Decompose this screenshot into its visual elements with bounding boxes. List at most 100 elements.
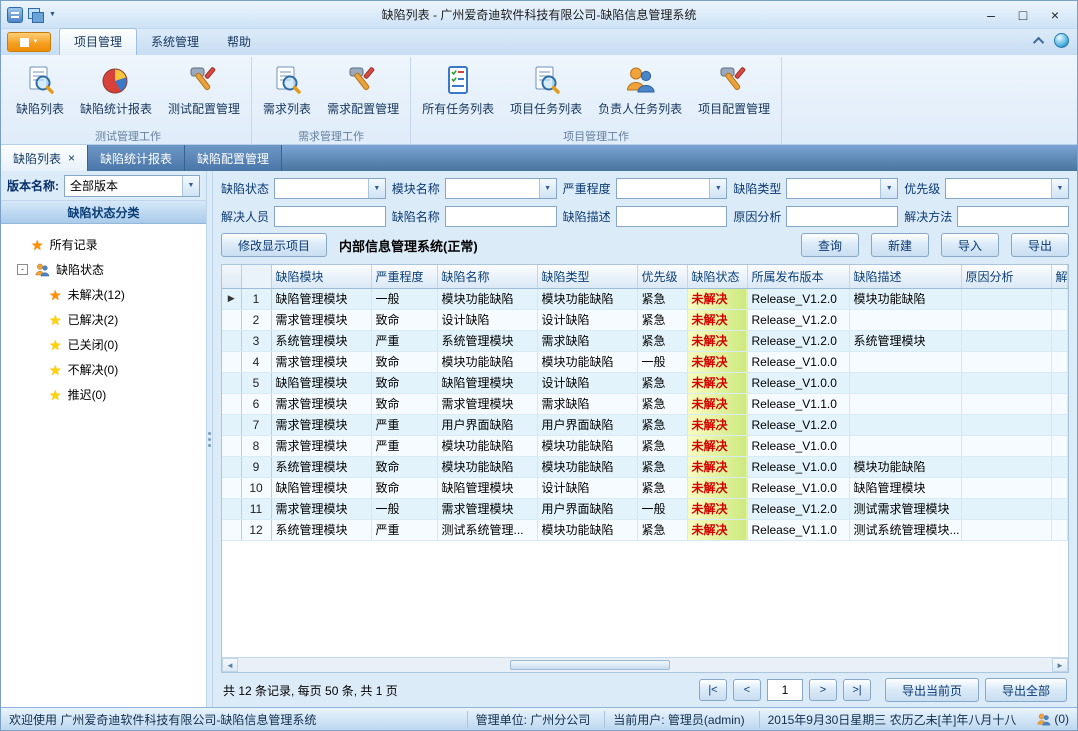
cell-priority[interactable]: 紧急: [637, 519, 687, 540]
tree-item-wontfix[interactable]: ★ 不解决(0): [3, 357, 204, 382]
filter-text-input[interactable]: [958, 207, 1068, 226]
table-row[interactable]: 8需求管理模块严重模块功能缺陷模块功能缺陷紧急未解决Release_V1.0.0: [222, 435, 1068, 456]
ribbon-item-defect-list[interactable]: 缺陷列表: [9, 60, 71, 119]
cell-severity[interactable]: 严重: [371, 435, 437, 456]
cell-module[interactable]: 需求管理模块: [271, 435, 371, 456]
cell-desc[interactable]: 模块功能缺陷: [849, 456, 961, 477]
cell-severity[interactable]: 致命: [371, 351, 437, 372]
cell-release[interactable]: Release_V1.0.0: [747, 435, 849, 456]
cell-type[interactable]: 模块功能缺陷: [537, 435, 637, 456]
cell-type[interactable]: 用户界面缺陷: [537, 498, 637, 519]
cell-module[interactable]: 需求管理模块: [271, 498, 371, 519]
cell-name[interactable]: 模块功能缺陷: [437, 435, 537, 456]
table-row[interactable]: 4需求管理模块致命模块功能缺陷模块功能缺陷一般未解决Release_V1.0.0: [222, 351, 1068, 372]
create-button[interactable]: 新建: [871, 233, 929, 257]
cell-reason[interactable]: [961, 498, 1051, 519]
sidebar-splitter[interactable]: [206, 171, 213, 707]
cell-status[interactable]: 未解决: [687, 498, 747, 519]
chevron-down-icon[interactable]: ▼: [709, 179, 726, 198]
cell-status[interactable]: 未解决: [687, 519, 747, 540]
cell-solution[interactable]: [1051, 414, 1068, 435]
cell-module[interactable]: 需求管理模块: [271, 309, 371, 330]
cell-priority[interactable]: 紧急: [637, 330, 687, 351]
col-release[interactable]: 所属发布版本: [747, 265, 849, 288]
cell-name[interactable]: 用户界面缺陷: [437, 414, 537, 435]
ribbon-item-req-config[interactable]: 需求配置管理: [320, 60, 406, 119]
window-switch-icon[interactable]: [28, 8, 44, 22]
cell-module[interactable]: 需求管理模块: [271, 393, 371, 414]
col-solution[interactable]: 解决方法: [1051, 265, 1068, 288]
table-row[interactable]: 5缺陷管理模块致命缺陷管理模块设计缺陷紧急未解决Release_V1.0.0: [222, 372, 1068, 393]
cell-reason[interactable]: [961, 372, 1051, 393]
ribbon-item-req-list[interactable]: 需求列表: [256, 60, 318, 119]
filter-select-defect-type[interactable]: ▼: [786, 178, 898, 199]
cell-solution[interactable]: [1051, 477, 1068, 498]
cell-name[interactable]: 系统管理模块: [437, 330, 537, 351]
doc-tab-defect-list[interactable]: 缺陷列表 ×: [1, 145, 88, 171]
import-button[interactable]: 导入: [941, 233, 999, 257]
cell-severity[interactable]: 严重: [371, 414, 437, 435]
application-menu-button[interactable]: ▼: [7, 32, 51, 52]
cell-status[interactable]: 未解决: [687, 330, 747, 351]
ribbon-item-owner-tasks[interactable]: 负责人任务列表: [591, 60, 689, 119]
cell-priority[interactable]: 紧急: [637, 435, 687, 456]
cell-desc[interactable]: [849, 351, 961, 372]
close-icon[interactable]: ×: [68, 151, 75, 165]
scroll-left-icon[interactable]: ◄: [222, 658, 238, 672]
col-desc[interactable]: 缺陷描述: [849, 265, 961, 288]
tree-item-closed[interactable]: ★ 已关闭(0): [3, 332, 204, 357]
cell-module[interactable]: 需求管理模块: [271, 351, 371, 372]
cell-solution[interactable]: [1051, 351, 1068, 372]
cell-release[interactable]: Release_V1.0.0: [747, 351, 849, 372]
col-type[interactable]: 缺陷类型: [537, 265, 637, 288]
cell-priority[interactable]: 紧急: [637, 288, 687, 309]
cell-desc[interactable]: [849, 435, 961, 456]
doc-tab-defect-config[interactable]: 缺陷配置管理: [185, 145, 282, 171]
next-page-button[interactable]: >: [809, 679, 837, 701]
cell-module[interactable]: 系统管理模块: [271, 519, 371, 540]
cell-priority[interactable]: 紧急: [637, 393, 687, 414]
doc-tab-defect-report[interactable]: 缺陷统计报表: [88, 145, 185, 171]
ribbon-tab-help[interactable]: 帮助: [213, 29, 265, 55]
chevron-down-icon[interactable]: ▼: [182, 176, 199, 196]
cell-solution[interactable]: [1051, 309, 1068, 330]
cell-desc[interactable]: 模块功能缺陷: [849, 288, 961, 309]
row-selector[interactable]: [222, 414, 241, 435]
collapse-ribbon-icon[interactable]: [1033, 36, 1044, 47]
cell-type[interactable]: 设计缺陷: [537, 309, 637, 330]
filter-select-defect-status[interactable]: ▼: [274, 178, 386, 199]
app-icon[interactable]: [7, 7, 23, 23]
cell-release[interactable]: Release_V1.1.0: [747, 519, 849, 540]
tree-item-all-records[interactable]: ★ 所有记录: [3, 232, 204, 257]
chevron-down-icon[interactable]: ▼: [880, 179, 897, 198]
cell-desc[interactable]: 测试需求管理模块: [849, 498, 961, 519]
cell-desc[interactable]: 测试系统管理模块...: [849, 519, 961, 540]
row-selector[interactable]: [222, 519, 241, 540]
cell-priority[interactable]: 紧急: [637, 372, 687, 393]
scrollbar-thumb[interactable]: [510, 660, 671, 670]
version-combobox[interactable]: 全部版本 ▼: [64, 175, 200, 197]
ribbon-item-project-tasks[interactable]: 项目任务列表: [503, 60, 589, 119]
cell-desc[interactable]: 系统管理模块: [849, 330, 961, 351]
cell-module[interactable]: 缺陷管理模块: [271, 372, 371, 393]
cell-reason[interactable]: [961, 414, 1051, 435]
filter-text-input[interactable]: [617, 207, 727, 226]
chevron-down-icon[interactable]: ▼: [539, 179, 556, 198]
filter-select-input[interactable]: [275, 179, 368, 198]
cell-reason[interactable]: [961, 519, 1051, 540]
filter-text-input[interactable]: [275, 207, 385, 226]
table-row[interactable]: 2需求管理模块致命设计缺陷设计缺陷紧急未解决Release_V1.2.0: [222, 309, 1068, 330]
chevron-down-icon[interactable]: ▼: [1051, 179, 1068, 198]
row-selector[interactable]: [222, 309, 241, 330]
horizontal-scrollbar[interactable]: ◄ ►: [222, 657, 1068, 672]
collapse-node-icon[interactable]: -: [17, 264, 28, 275]
ribbon-tab-project[interactable]: 项目管理: [59, 28, 137, 55]
tree-item-defect-status[interactable]: - 缺陷状态: [3, 257, 204, 282]
filter-select-input[interactable]: [617, 179, 710, 198]
cell-reason[interactable]: [961, 393, 1051, 414]
filter-text-input[interactable]: [446, 207, 556, 226]
cell-reason[interactable]: [961, 456, 1051, 477]
cell-reason[interactable]: [961, 288, 1051, 309]
maximize-button[interactable]: □: [1007, 4, 1039, 26]
cell-solution[interactable]: [1051, 330, 1068, 351]
